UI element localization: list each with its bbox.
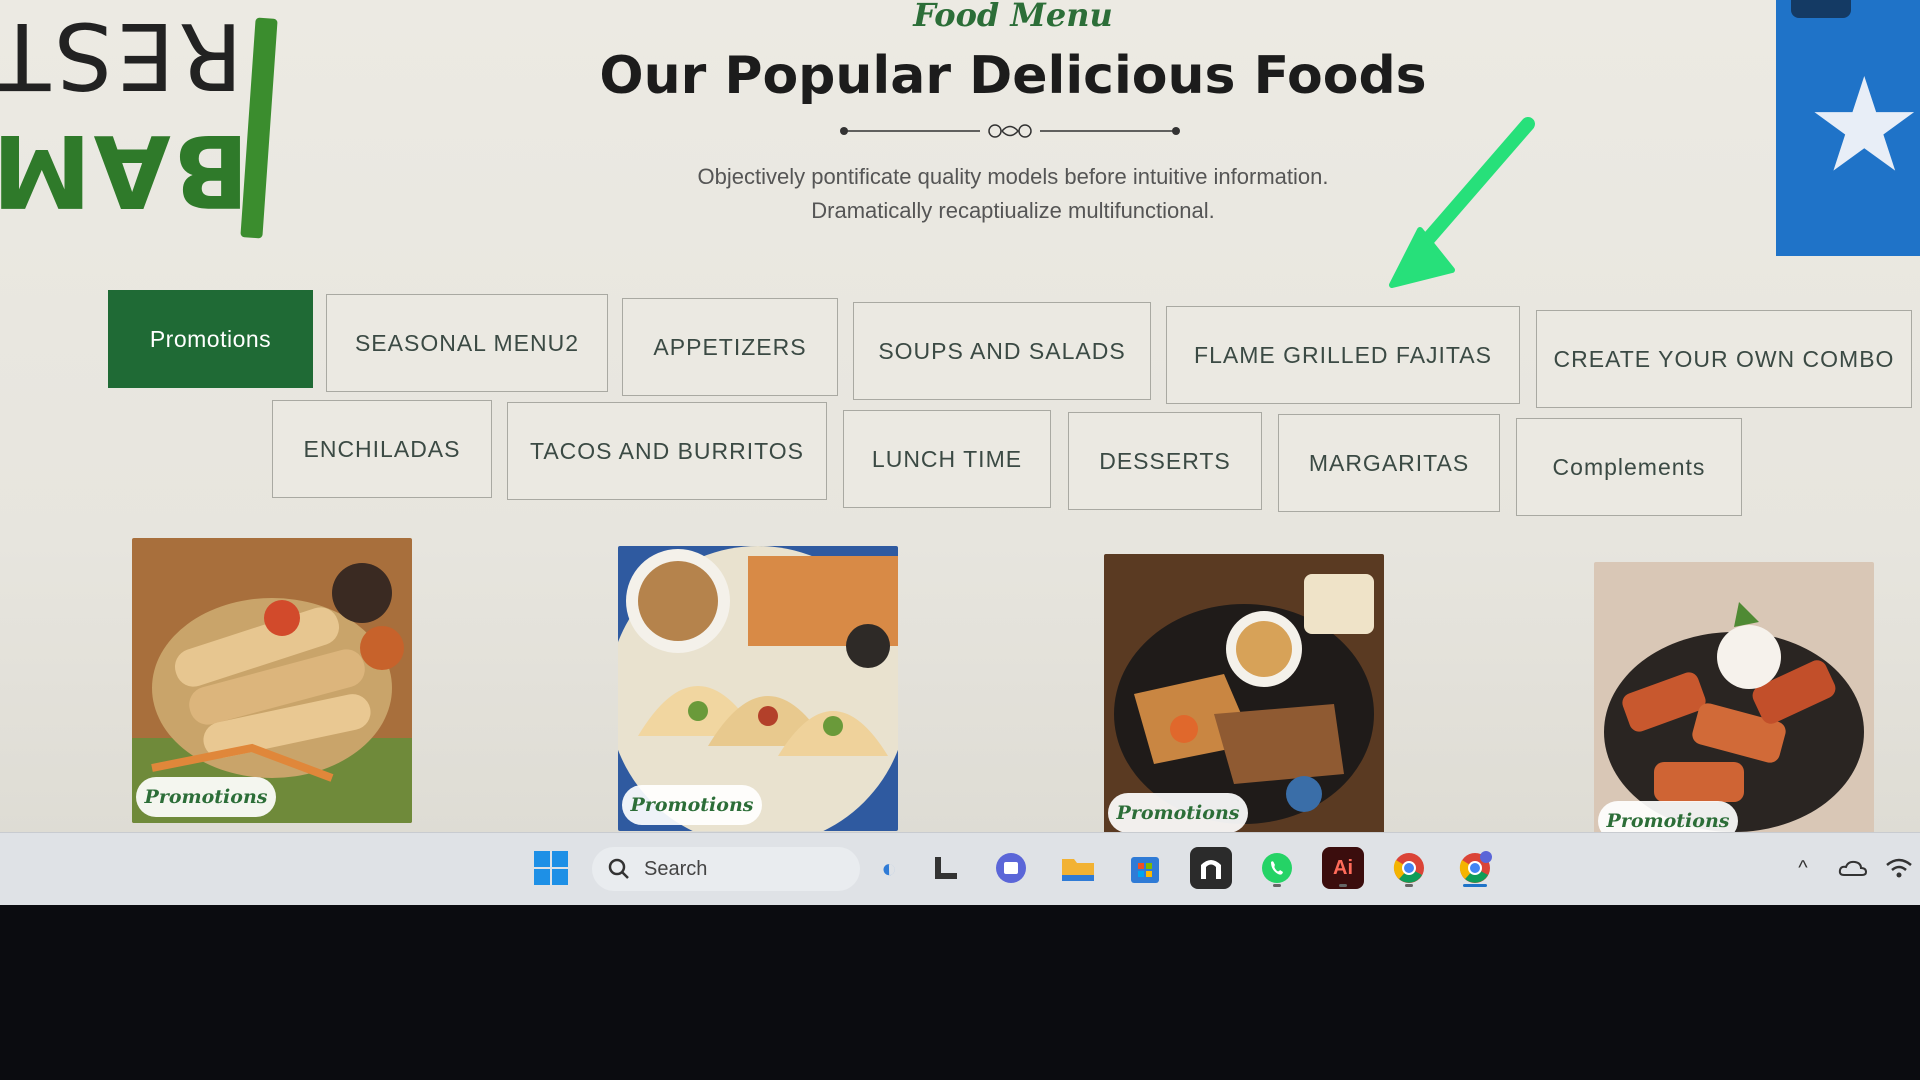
search-label: Search	[644, 857, 708, 880]
illustrator-icon[interactable]: Ai	[1322, 847, 1364, 889]
running-indicator	[1273, 884, 1281, 887]
wifi-icon[interactable]	[1878, 847, 1920, 889]
ornament-divider	[840, 124, 1180, 138]
tab-complements[interactable]: Complements	[1516, 418, 1742, 516]
tab-appetizers[interactable]: APPETIZERS	[622, 298, 838, 396]
copilot-icon[interactable]: ◐	[868, 847, 910, 889]
whatsapp-icon[interactable]	[1256, 847, 1298, 889]
teams-icon[interactable]	[990, 847, 1032, 889]
section-subtitle-line2: Dramatically recaptiualize multifunction…	[811, 198, 1215, 223]
tab-flame-grilled-fajitas[interactable]: FLAME GRILLED FAJITAS	[1166, 306, 1520, 404]
browser-viewport: REST BAM ★ Food Menu Our Popular Delicio…	[0, 0, 1920, 905]
tab-promotions[interactable]: Promotions	[108, 290, 313, 388]
tab-lunch-time[interactable]: LUNCH TIME	[843, 410, 1051, 508]
taskbar-search-input[interactable]: Search	[592, 847, 860, 891]
windows-taskbar: Search ◐ Ai ^	[0, 832, 1920, 905]
promotion-badge: Promotions	[136, 777, 276, 817]
task-view-icon[interactable]	[925, 847, 967, 889]
active-indicator	[1463, 884, 1487, 887]
app-icon[interactable]	[1190, 847, 1232, 889]
annotation-arrow-icon	[1389, 117, 1535, 288]
running-indicator	[1339, 884, 1347, 887]
running-indicator	[1405, 884, 1413, 887]
tab-seasonal-menu2[interactable]: SEASONAL MENU2	[326, 294, 608, 392]
onedrive-icon[interactable]	[1832, 847, 1874, 889]
food-card-dessert[interactable]: Promotions	[1594, 562, 1874, 847]
illustrator-label: Ai	[1333, 856, 1353, 879]
section-subtitle-line1: Objectively pontificate quality models b…	[697, 164, 1329, 189]
tab-tacos-and-burritos[interactable]: TACOS AND BURRITOS	[507, 402, 827, 500]
food-card-fajitas[interactable]: Promotions	[1104, 554, 1384, 839]
tab-enchiladas[interactable]: ENCHILADAS	[272, 400, 492, 498]
chrome-icon[interactable]	[1388, 847, 1430, 889]
chrome-profile-icon[interactable]	[1454, 847, 1496, 889]
file-explorer-icon[interactable]	[1057, 847, 1099, 889]
windows-start-icon[interactable]	[530, 847, 572, 889]
search-icon	[608, 858, 629, 879]
tab-desserts[interactable]: DESSERTS	[1068, 412, 1262, 510]
tab-margaritas[interactable]: MARGARITAS	[1278, 414, 1500, 512]
food-card-tacos[interactable]: Promotions	[618, 546, 898, 831]
store-icon[interactable]	[1124, 847, 1166, 889]
promotion-badge: Promotions	[1108, 793, 1248, 833]
food-card-flautas[interactable]: Promotions	[132, 538, 412, 823]
tab-soups-and-salads[interactable]: SOUPS AND SALADS	[853, 302, 1151, 400]
promotion-badge: Promotions	[622, 785, 762, 825]
tab-create-your-own-combo[interactable]: CREATE YOUR OWN COMBO	[1536, 310, 1912, 408]
section-eyebrow: Food Menu	[913, 0, 1113, 34]
chevron-up-icon[interactable]: ^	[1782, 847, 1824, 889]
section-title: Our Popular Delicious Foods	[599, 46, 1427, 106]
